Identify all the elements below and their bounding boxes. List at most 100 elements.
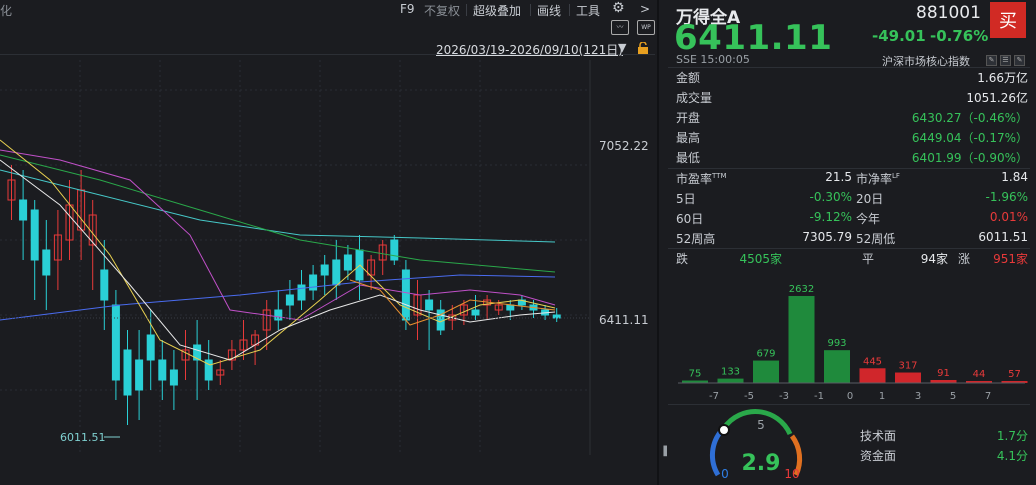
more-icon[interactable]: ✎ xyxy=(1014,55,1025,66)
edit-icon[interactable]: ✎ xyxy=(986,55,997,66)
histogram-tick: 7 xyxy=(985,391,991,402)
chart-toolbar: 化 F9 不复权 超级叠加 画线 工具 ⚙ > xyxy=(0,0,660,20)
candle xyxy=(181,330,190,380)
f9-button[interactable]: F9 xyxy=(400,2,415,16)
candle xyxy=(111,290,120,400)
fund-label: 资金面 xyxy=(860,449,897,463)
histogram-value: 993 xyxy=(827,338,846,349)
candle xyxy=(320,255,329,295)
metric-row-valuation: 市盈率TTM 21.5 市净率LF 1.84 xyxy=(676,170,1028,188)
stat-open: 开盘 6430.27（-0.46%） xyxy=(676,109,1028,127)
price-change: -49.01 xyxy=(872,27,926,45)
pb-label: 市净率LF xyxy=(856,172,900,186)
pe-value: 21.5 xyxy=(825,170,852,184)
tools-button[interactable]: 工具 xyxy=(576,2,600,19)
histogram-bar xyxy=(788,296,815,383)
candle xyxy=(378,240,387,275)
histogram-value: 2632 xyxy=(789,284,814,295)
up-label: 涨 xyxy=(958,252,971,266)
histogram-bar xyxy=(717,378,744,383)
candle xyxy=(309,265,318,300)
histogram-value: 75 xyxy=(689,369,702,380)
pb-value: 1.84 xyxy=(1001,170,1028,184)
pe-label: 市盈率TTM xyxy=(676,172,727,186)
candle xyxy=(227,340,236,370)
distribution-histogram[interactable]: 75 1336792632993445 31791 44 57-7 -5 -3 -1 0 1 3 5 7 xyxy=(670,272,1030,402)
candle xyxy=(135,330,144,420)
market-breadth: 跌 4505家 平 94家 涨 951家 xyxy=(676,250,1028,268)
candle xyxy=(483,295,492,320)
candle xyxy=(77,170,86,260)
stat-value: 1051.26亿 xyxy=(966,91,1028,105)
histogram-tick: -3 xyxy=(779,391,789,402)
chart-mode-icon[interactable]: 〰 xyxy=(611,20,629,35)
last-price: 6411.11 xyxy=(674,18,833,58)
candle xyxy=(367,255,376,290)
candle xyxy=(285,280,294,320)
metric-row-short: 5日 -0.30% 20日 -1.96% xyxy=(676,190,1028,208)
no-adjust-button[interactable]: 不复权 xyxy=(424,2,460,19)
tech-label: 技术面 xyxy=(860,429,897,443)
candlestick-chart[interactable]: 7052.22 6411.11 6011.51 xyxy=(0,60,655,455)
d5-label: 5日 xyxy=(676,192,696,206)
divider xyxy=(668,67,1030,68)
lock-icon[interactable] xyxy=(637,42,649,54)
candle xyxy=(425,290,434,350)
stat-value: 6449.04（-0.17%） xyxy=(911,131,1028,145)
stat-volume: 成交量 1051.26亿 xyxy=(676,89,1028,107)
candle xyxy=(65,180,74,260)
tech-score: 1.7分 xyxy=(996,429,1028,443)
toolbar-divider xyxy=(569,4,570,16)
metric-row-52w: 52周高 7305.79 52周低 6011.51 xyxy=(676,230,1028,248)
histogram-value: 91 xyxy=(937,368,950,379)
w52l-value: 6011.51 xyxy=(978,230,1028,244)
histogram-tick: 5 xyxy=(950,391,956,402)
histogram-bar xyxy=(824,350,850,383)
histogram-bar xyxy=(895,372,921,383)
gear-icon[interactable]: ⚙ xyxy=(612,0,625,16)
moving-average-line xyxy=(0,154,556,273)
histogram-value: 57 xyxy=(1008,369,1021,380)
ytd-value: 0.01% xyxy=(989,210,1028,224)
histogram-tick: -1 xyxy=(814,391,824,402)
y-axis-tick: 7052.22 xyxy=(599,139,649,153)
flat-label: 平 xyxy=(862,252,875,266)
histogram-tick: -5 xyxy=(744,391,754,402)
stat-high: 最高 6449.04（-0.17%） xyxy=(676,129,1028,147)
stat-value: 1.66万亿 xyxy=(977,71,1028,85)
list-icon[interactable]: ☰ xyxy=(1000,55,1011,66)
d60-value: -9.12% xyxy=(809,210,852,224)
stat-label: 金额 xyxy=(676,71,701,85)
candle xyxy=(332,240,341,300)
super-overlay-button[interactable]: 超级叠加 xyxy=(473,2,521,19)
candle xyxy=(146,310,155,390)
d5-value: -0.30% xyxy=(809,190,852,204)
w52l-label: 52周低 xyxy=(856,232,896,246)
candle xyxy=(216,360,225,385)
score-gauge: 5 0 10 2.9 xyxy=(709,409,803,481)
histogram-value: 445 xyxy=(863,356,882,367)
down-count: 4505家 xyxy=(739,252,782,266)
divider xyxy=(668,404,1030,405)
histogram-tick: -7 xyxy=(709,391,719,402)
candle xyxy=(274,290,283,330)
histogram-tick: 0 xyxy=(847,391,853,402)
fund-score: 4.1分 xyxy=(996,449,1028,463)
stat-low: 最低 6401.99（-0.90%） xyxy=(676,149,1028,167)
candle xyxy=(53,210,62,290)
price-change-pct: -0.76% xyxy=(930,27,989,45)
date-range-label[interactable]: 2026/03/19-2026/09/10(121日) xyxy=(436,41,623,58)
chevron-right-icon[interactable]: > xyxy=(640,2,650,16)
toolbar-divider xyxy=(466,4,467,16)
draw-line-button[interactable]: 画线 xyxy=(537,2,561,19)
wp-icon[interactable]: WP xyxy=(637,20,655,35)
candle xyxy=(297,270,306,310)
buy-button[interactable]: 买 xyxy=(990,2,1026,38)
dropdown-triangle-icon[interactable]: ▼ xyxy=(618,41,626,54)
index-code: 881001 xyxy=(916,3,981,23)
d20-label: 20日 xyxy=(856,192,884,206)
scroll-handle-icon[interactable]: ▐ xyxy=(660,447,667,457)
gauge-min: 0 xyxy=(721,467,729,481)
stat-value: 6430.27（-0.46%） xyxy=(911,111,1028,125)
up-count: 951家 xyxy=(993,252,1028,266)
